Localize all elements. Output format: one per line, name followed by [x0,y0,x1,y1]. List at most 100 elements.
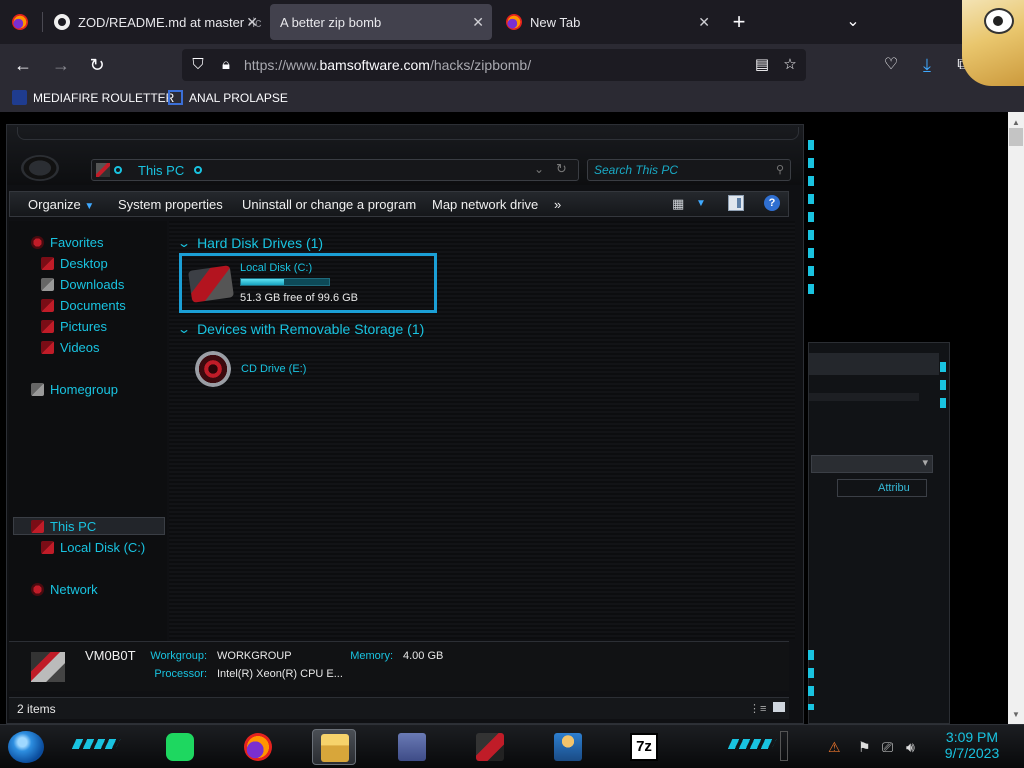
nav-downloads[interactable]: Downloads [41,277,124,292]
map-network-drive-button[interactable]: Map network drive [432,197,538,212]
new-tab-button[interactable]: + [726,9,752,35]
background-window-dropdown[interactable] [811,455,933,473]
search-input[interactable] [594,163,764,177]
collapse-chevron-icon[interactable]: ⌄ [177,236,191,250]
nav-pictures[interactable]: Pictures [41,319,107,334]
network-tray-icon[interactable]: ⎚ [882,739,893,756]
help-icon[interactable]: ? [764,195,780,211]
background-window[interactable]: Attribu [808,342,950,724]
item-count: 2 items [17,702,56,716]
background-window-header [809,353,939,375]
system-clock[interactable]: 3:09 PM 9/7/2023 [938,729,1006,761]
url-text[interactable]: https://www.bamsoftware.com/hacks/zipbom… [244,57,531,73]
address-dropdown-icon[interactable]: ⌄ [534,162,544,176]
pocket-icon[interactable]: ♡ [878,52,904,78]
address-bar[interactable]: This PC ⌄ ↻ [91,159,579,181]
bookmark-mediafire-rouletter[interactable]: MEDIAFIRE ROULETTER [12,90,174,105]
group-header-hard-disk-drives[interactable]: ⌄ Hard Disk Drives (1) [177,235,323,251]
nav-homegroup[interactable]: Homegroup [31,382,118,397]
scroll-up-icon[interactable]: ▲ [1012,118,1020,127]
browser-tab-bar: ZOD/README.md at master · ic ✕ A better … [0,0,1024,44]
reader-view-icon[interactable]: ▤ [752,55,772,75]
tab-separator [42,12,43,32]
tray-app-icon[interactable]: ⚠ [828,739,841,756]
search-icon[interactable]: ⚲ [776,163,784,176]
preview-pane-icon[interactable] [728,195,744,211]
tab-zod-readme[interactable]: ZOD/README.md at master · ic ✕ [46,0,266,44]
nav-local-disk-c[interactable]: Local Disk (C:) [41,540,145,555]
nav-favorites[interactable]: Favorites [31,235,103,250]
bookmark-anal-prolapse[interactable]: ANAL PROLAPSE [168,90,288,105]
clock-date: 9/7/2023 [944,745,1000,761]
collapse-chevron-icon[interactable]: ⌄ [177,322,191,336]
nav-desktop[interactable]: Desktop [41,256,108,271]
nav-network[interactable]: Network [31,582,98,597]
cd-drive-icon[interactable] [195,351,231,387]
close-tab-icon[interactable]: ✕ [698,14,710,31]
bookmark-star-icon[interactable]: ☆ [780,55,800,75]
spotify-icon [166,733,194,761]
computer-name: VM0B0T [85,648,136,663]
back-forward-orb[interactable] [21,155,59,181]
scroll-down-icon[interactable]: ▼ [1012,710,1020,719]
refresh-icon[interactable]: ↻ [556,161,567,177]
taskbar-firefox[interactable] [236,729,280,765]
taskbar-file-explorer[interactable] [312,729,356,765]
taskbar-7zip[interactable]: 7z [622,729,666,765]
firefox-view-icon[interactable] [12,14,28,30]
github-icon [54,14,70,30]
page-scrollbar[interactable]: ▲ ▼ [1008,112,1024,724]
nav-this-pc[interactable]: This PC [31,519,96,534]
mascot-eye [984,8,1014,34]
file-explorer-icon [321,734,349,762]
breadcrumb-arrow-icon[interactable] [194,166,202,174]
close-tab-icon[interactable]: ✕ [472,14,484,31]
scrollbar-thumb[interactable] [1009,128,1023,146]
details-view-icon[interactable]: ⋮≡ [749,702,766,715]
shield-icon[interactable]: ⛉ [188,55,208,75]
cd-drive-label[interactable]: CD Drive (E:) [241,363,306,375]
taskbar-network-user[interactable] [546,729,590,765]
volume-icon[interactable]: 🔊︎ [906,739,915,756]
url-bar[interactable]: ⛉ 🔒︎ https://www.bamsoftware.com/hacks/z… [182,49,806,81]
search-box[interactable]: ⚲ [587,159,791,181]
videos-icon [41,341,54,354]
desktop-icon [41,257,54,270]
lock-icon[interactable]: 🔒︎ [216,55,236,75]
favorites-star-icon [31,236,44,249]
frame-accent [940,362,946,416]
taskbar-graphics-card[interactable] [468,729,512,765]
homegroup-icon [31,383,44,396]
nav-documents[interactable]: Documents [41,298,126,313]
breadcrumb-arrow-icon[interactable] [114,166,122,174]
navigation-pane: Favorites Desktop Downloads Documents Pi… [9,221,167,641]
back-button-icon[interactable]: ← [10,52,36,78]
address-this-pc[interactable]: This PC [138,163,184,178]
close-tab-icon[interactable]: ✕ [246,14,258,31]
start-button[interactable] [8,731,44,763]
system-properties-button[interactable]: System properties [118,197,223,212]
group-header-removable-storage[interactable]: ⌄ Devices with Removable Storage (1) [177,321,424,337]
organize-button[interactable]: Organize ▼ [28,197,94,212]
uninstall-program-button[interactable]: Uninstall or change a program [242,197,416,212]
tab-better-zip-bomb[interactable]: A better zip bomb ✕ [270,4,492,40]
large-icons-view-icon[interactable] [773,702,785,712]
taskbar-control-panel[interactable] [390,729,434,765]
taskbar-accent [71,739,121,749]
action-center-flag-icon[interactable]: ⚑ [858,739,871,756]
more-commands-button[interactable]: » [554,197,561,212]
show-desktop-divider[interactable] [780,731,788,761]
nav-videos[interactable]: Videos [41,340,100,355]
list-all-tabs-chevron-icon[interactable]: ⌄ [840,9,866,35]
hard-drive-icon [187,265,235,303]
tab-new-tab[interactable]: New Tab ✕ [496,0,718,44]
bookmark-icon [168,90,183,105]
taskbar-spotify[interactable] [158,729,202,765]
column-header-attributes[interactable]: Attribu [837,479,927,497]
downloads-icon[interactable]: ⤓ [914,52,940,78]
forward-button-icon[interactable]: → [48,52,74,78]
reload-button-icon[interactable]: ↻ [84,52,110,78]
change-view-icon[interactable]: ▦ [672,196,684,212]
local-disk-c-tile[interactable]: Local Disk (C:) 51.3 GB free of 99.6 GB [179,253,437,313]
view-options-chevron-icon[interactable]: ▼ [696,198,706,209]
